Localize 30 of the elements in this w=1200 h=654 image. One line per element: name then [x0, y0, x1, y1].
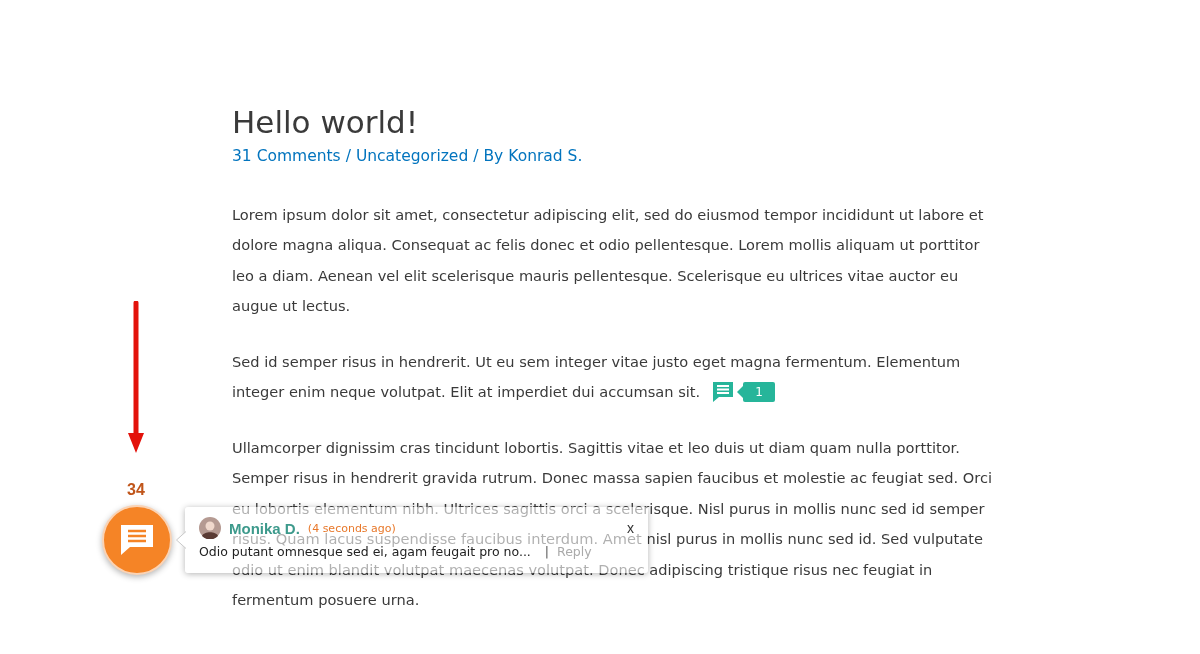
post-title: Hello world! [232, 103, 420, 142]
paragraph-line: augue ut lectus. [232, 297, 351, 315]
comment-excerpt: Odio putant omnesque sed ei, agam feugait pro no... [199, 544, 531, 559]
comment-count-badge[interactable]: 1 [743, 381, 775, 402]
close-button[interactable]: x [627, 520, 634, 536]
popup-pointer [176, 531, 186, 549]
author-link[interactable]: Konrad S. [508, 147, 583, 165]
comment-count: 34 [127, 481, 145, 499]
paragraph-line: integer enim neque volutpat. Elit at imperdiet dui accumsan sit. [232, 383, 701, 401]
divider: | [544, 544, 550, 559]
paragraph-line: Ullamcorper dignissim cras tincidunt lobortis. Sagittis vitae et leo duis ut diam quam nulla porttitor. [232, 438, 960, 456]
category-link[interactable]: Uncategorized [355, 147, 469, 165]
meta-separator: / [473, 147, 479, 165]
paragraph-line: Sed id semper risus in hendrerit. Ut eu sem integer vitae justo eget magna fermentum. Elementum [232, 352, 961, 370]
comment-time: (4 seconds ago) [307, 521, 396, 535]
arrow-icon [128, 301, 144, 453]
paragraph-line: odio ut enim blandit volutpat maecenas volutpat. Donec adipiscing tristique risus nec feugiat in [232, 560, 933, 578]
paragraph-line: leo a diam. Aenean vel elit scelerisque mauris pellentesque. Scelerisque eu ultrices vitae auctor eu [232, 266, 959, 284]
meta-separator: / [345, 147, 351, 165]
chat-icon [119, 523, 155, 557]
byline: By [483, 147, 504, 165]
paragraph-line: eu lobortis elementum nibh. Ultrices sagittis orci a scelerisque. Nisl purus in mollis nunc sed id semper [232, 499, 985, 517]
avatar-icon [199, 517, 221, 539]
paragraph-line: fermentum posuere urna. [232, 591, 420, 609]
comments-button[interactable] [102, 505, 172, 575]
paragraph-line: dolore magna aliqua. Consequat ac felis donec et odio pellentesque. Lorem mollis aliquam ut porttitor [232, 236, 980, 254]
comments-link[interactable]: 31 Comments [232, 147, 341, 165]
paragraph-line: Lorem ipsum dolor sit amet, consectetur adipiscing elit, sed do eiusmod tempor incididunt ut labore et [232, 205, 984, 223]
paragraph-line: Semper risus in hendrerit gravida rutrum. Donec massa sapien faucibus et molestie ac feugiat sed. Orci [232, 469, 993, 487]
comment-icon[interactable] [712, 380, 735, 403]
